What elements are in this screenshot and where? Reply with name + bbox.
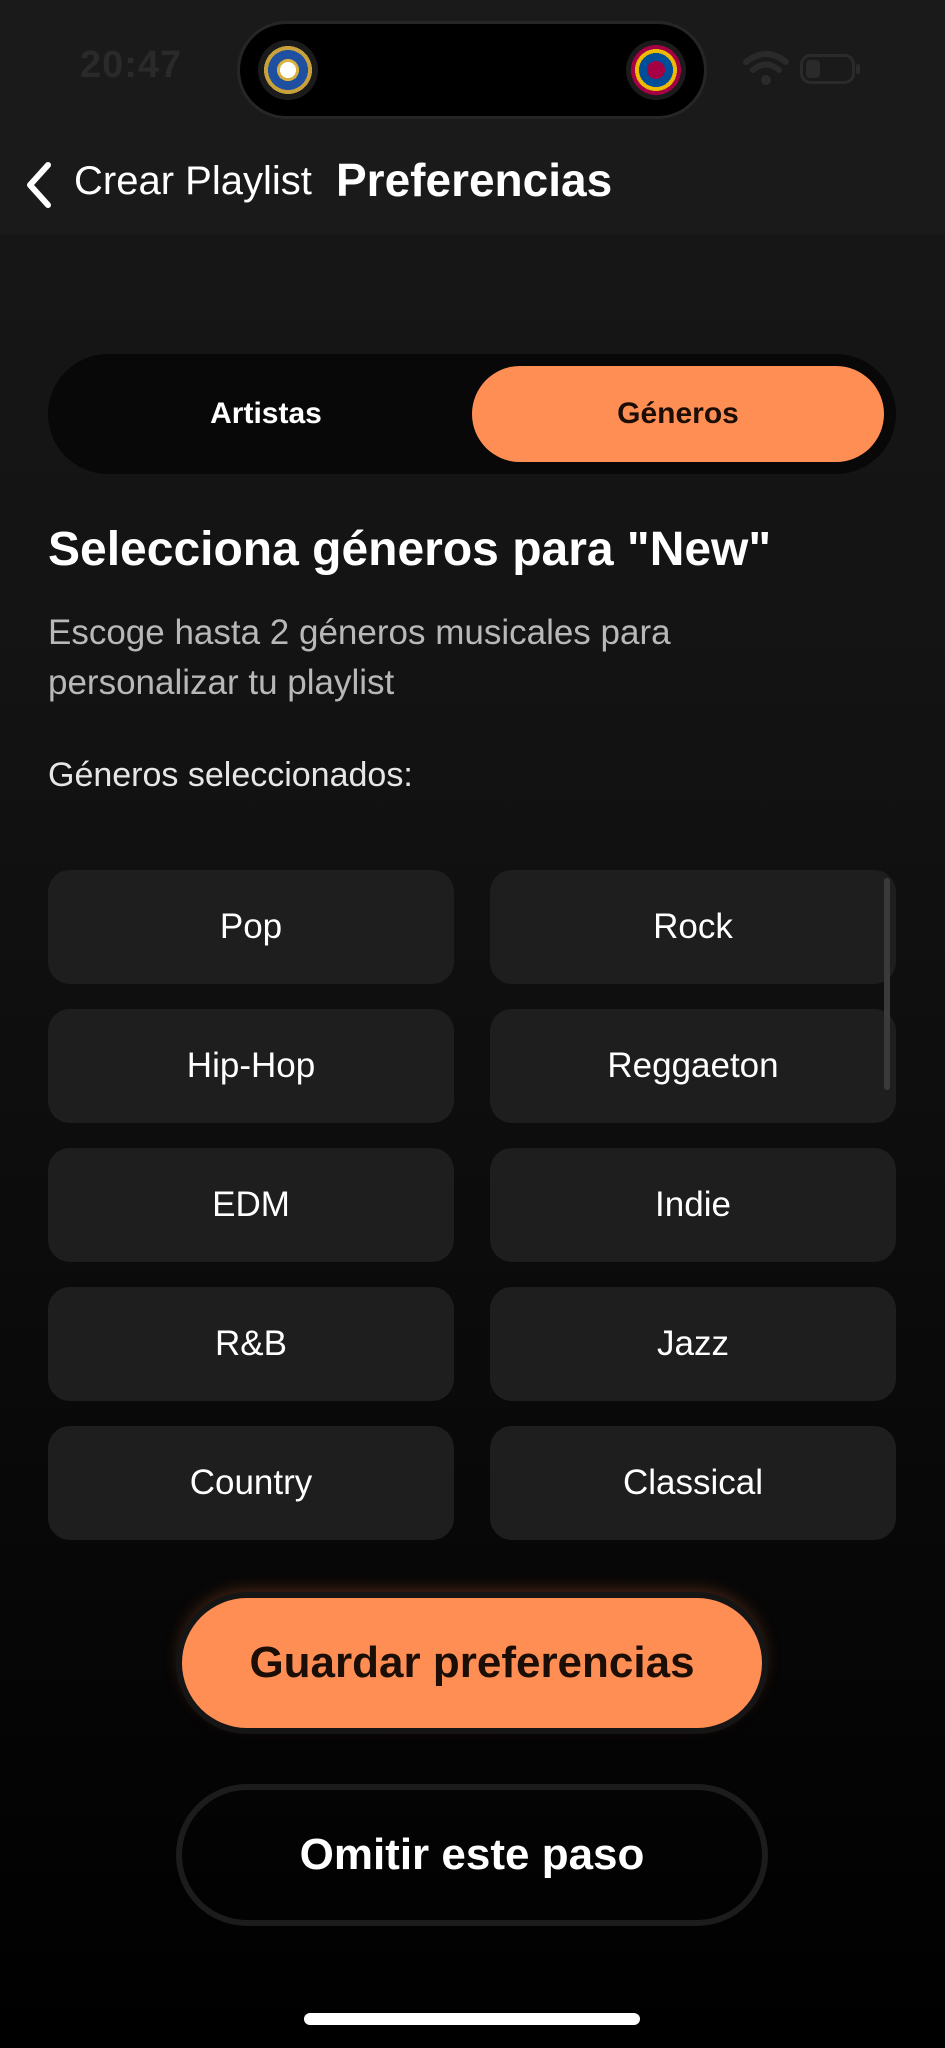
skip-step-button[interactable]: Omitir este paso: [176, 1784, 768, 1926]
home-indicator[interactable]: [304, 2013, 640, 2025]
genre-chip-edm[interactable]: EDM: [48, 1148, 454, 1262]
page-title: Preferencias: [336, 154, 613, 206]
genre-chip-jazz[interactable]: Jazz: [490, 1287, 896, 1401]
genre-chip-reggaeton[interactable]: Reggaeton: [490, 1009, 896, 1123]
tab-artists[interactable]: Artistas: [60, 366, 472, 462]
scrollbar[interactable]: [884, 878, 890, 1090]
genre-chip-country[interactable]: Country: [48, 1426, 454, 1540]
battery-icon: [800, 54, 860, 84]
status-bar: 20:47: [0, 0, 945, 135]
tab-genres[interactable]: Géneros: [472, 366, 884, 462]
back-button[interactable]: Crear Playlist: [74, 159, 312, 204]
genre-chip-rock[interactable]: Rock: [490, 870, 896, 984]
nav-header: Crear Playlist Preferencias: [0, 135, 945, 235]
genre-chip-pop[interactable]: Pop: [48, 870, 454, 984]
chevron-left-icon[interactable]: [18, 155, 58, 215]
barcelona-crest-icon: [626, 40, 686, 100]
genre-chip-classical[interactable]: Classical: [490, 1426, 896, 1540]
genre-chip-hip-hop[interactable]: Hip-Hop: [48, 1009, 454, 1123]
genre-chip-indie[interactable]: Indie: [490, 1148, 896, 1262]
espanyol-crest-icon: [258, 40, 318, 100]
save-preferences-button[interactable]: Guardar preferencias: [182, 1598, 762, 1728]
status-time: 20:47: [80, 44, 183, 86]
segmented-control: Artistas Géneros: [48, 354, 896, 474]
genre-chip-rnb[interactable]: R&B: [48, 1287, 454, 1401]
wifi-icon: [743, 51, 789, 85]
screen: 20:47 Crear Playlist Preferencias Artist…: [0, 0, 945, 2048]
section-subtitle: Escoge hasta 2 géneros musicales para pe…: [48, 613, 671, 702]
dynamic-island: [240, 24, 704, 116]
selected-genres-label: Géneros seleccionados:: [48, 756, 413, 794]
section-title: Selecciona géneros para "New": [48, 523, 772, 576]
